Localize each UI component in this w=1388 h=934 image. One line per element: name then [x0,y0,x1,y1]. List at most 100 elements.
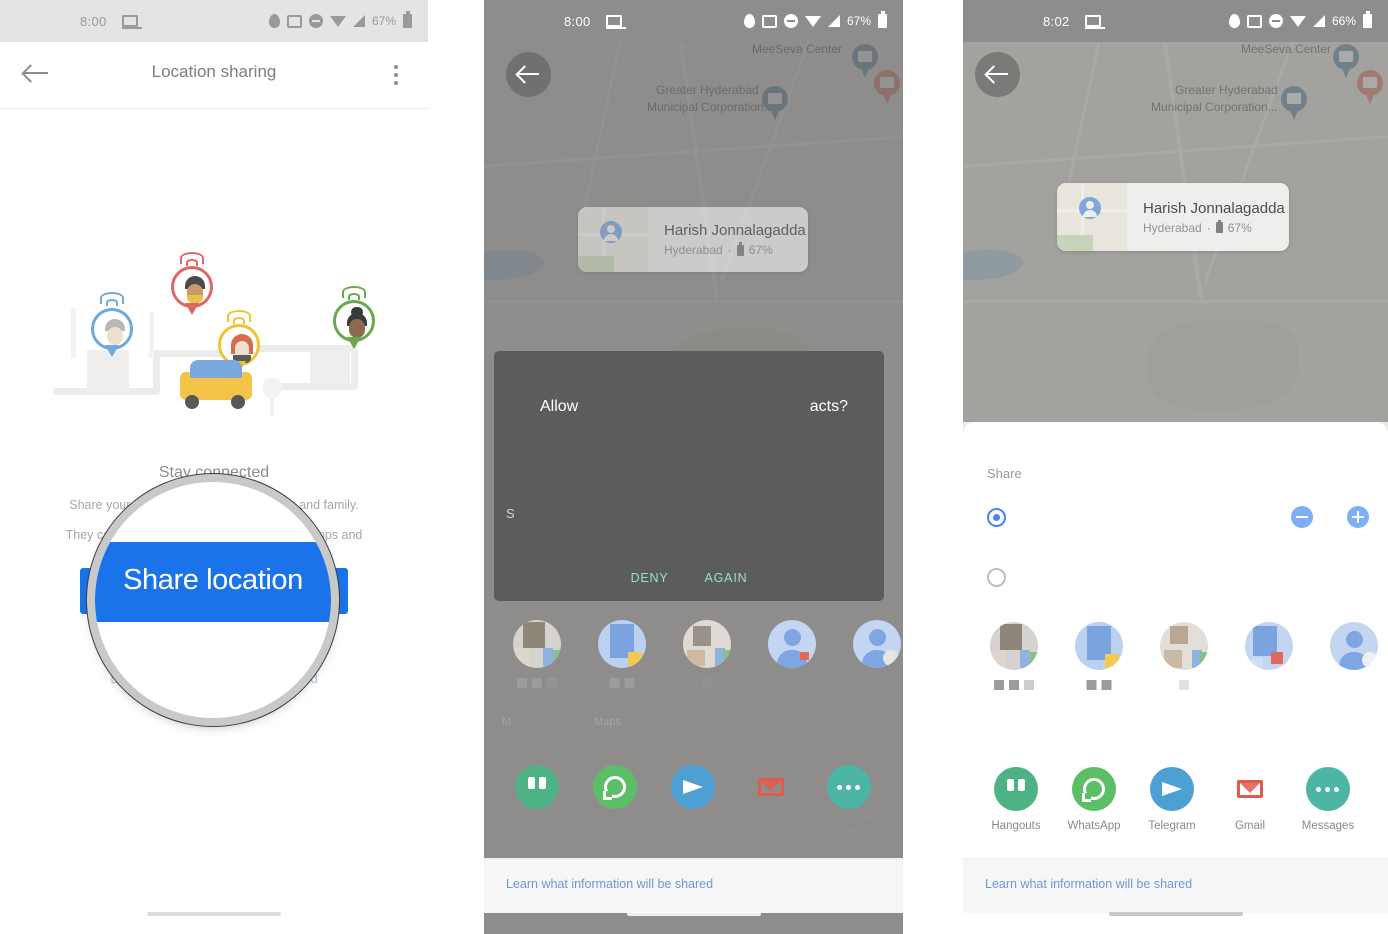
contact-city: Hyderabad [1143,220,1202,235]
learn-bar-2: Learn what information will be shared [484,858,903,913]
share-app-more[interactable]: P [888,765,903,830]
back-fab-button[interactable] [506,52,551,97]
share-app-row-3: Hangouts WhatsApp Telegram Gmail Message… [963,767,1388,832]
learn-info-link[interactable]: Learn what information will be shared [506,877,713,891]
status-time: 8:00 [80,13,107,29]
sheet-label: Share [987,466,1022,481]
avatar-redacted-blocks [1178,680,1189,690]
share-app-whatsapp[interactable]: WhatsApp [1055,767,1133,832]
vibrate-icon [1246,14,1262,28]
share-app-hangouts[interactable]: Hangouts [977,767,1055,832]
phone-panel-1: 8:00 67% Location sharing Stay connected… [0,0,428,934]
share-app-telegram[interactable]: Telegram [654,765,732,830]
more-apps-icon [1384,767,1388,811]
duration-option-1-radio[interactable] [987,508,1006,527]
contact-name: Harish Jonnalagadda [664,222,806,239]
share-app-whatsapp[interactable]: WhatsApp [576,765,654,830]
phone-panel-3: MeeSeva Center Greater Hyderabad Municip… [963,0,1388,934]
app-label: Gmail [755,818,787,830]
system-nav-bar [147,912,281,916]
do-not-disturb-icon [783,14,798,28]
avatar-redacted-blocks [993,680,1034,690]
whatsapp-icon [1072,767,1116,811]
cast-icon [606,15,626,29]
messages-icon [827,765,871,809]
app-label: WhatsApp [588,818,642,830]
contact-card-3[interactable]: Harish Jonnalagadda Hyderabad · 67% [1057,183,1289,251]
share-app-messages[interactable]: Messages [1289,767,1367,832]
app-label: WhatsApp [1067,820,1121,832]
avatar-redacted-blocks [1086,680,1111,690]
dialog-subtext: S [506,506,515,521]
app-label: Telegram [669,818,717,830]
share-app-hangouts[interactable]: Hangouts [498,765,576,830]
share-app-messages[interactable]: Messages [810,765,888,830]
app-label: Messages [1301,820,1355,832]
battery-percent: 67% [846,14,871,28]
battery-icon [878,11,887,28]
app-label: Messages [822,818,876,830]
share-app-row-2: Hangouts WhatsApp Telegram Gmail Message… [484,765,903,830]
status-icons: 67% [743,11,887,29]
dialog-title-left: Allow [540,398,579,415]
do-not-disturb-icon [1268,14,1283,28]
telegram-icon [1150,767,1194,811]
hangouts-icon [994,767,1038,811]
app-label: Hangouts [991,820,1041,832]
page-title: Location sharing [151,62,277,81]
location-pin-icon [743,14,755,29]
minus-button[interactable] [1291,506,1313,528]
meta-separator: · [1206,220,1211,235]
wifi-icon [804,15,821,27]
gmail-icon [749,765,793,809]
share-app-gmail[interactable]: Gmail [732,765,810,830]
location-pin-icon [268,14,280,29]
status-bar-3: 8:02 66% [963,0,1388,42]
contact-label-1: Maps [594,716,621,728]
screenshot-stage: 8:00 67% Location sharing Stay connected… [0,0,1388,934]
plus-button[interactable] [1347,506,1369,528]
wifi-icon [1289,15,1306,27]
learn-bar-3: Learn what information will be shared [963,858,1388,913]
vibrate-icon [286,14,302,28]
app-label: Hangouts [512,818,562,830]
dialog-actions: DENY AGAIN [494,571,884,585]
share-app-more[interactable]: P [1367,767,1388,832]
contact-battery: 67% [1227,220,1252,235]
share-bottom-sheet: Share Hangouts WhatsApp Telegram Gmail M… [963,422,1388,934]
gmail-icon [1228,767,1272,811]
system-nav-bar [626,912,761,916]
more-options-icon[interactable] [394,65,398,89]
status-bar-1: 8:00 67% [0,0,428,42]
learn-info-link[interactable]: Learn what information will be shared [985,877,1192,891]
battery-percent: 66% [1331,14,1356,28]
status-icons: 66% [1228,11,1372,29]
share-app-telegram[interactable]: Telegram [1133,767,1211,832]
vibrate-icon [761,14,777,28]
deny-button[interactable]: DENY [631,571,669,585]
avatar-redacted-blocks [701,678,712,688]
contact-battery: 67% [748,243,773,257]
back-fab-button[interactable] [975,52,1020,97]
cast-icon [122,15,142,29]
app-bar: Location sharing [0,42,428,104]
contact-map-thumbnail [1057,183,1127,251]
share-app-gmail[interactable]: Gmail [1211,767,1289,832]
wifi-icon [329,15,346,27]
status-time: 8:02 [1043,13,1070,29]
contact-map-thumbnail [578,207,648,272]
battery-icon [1215,219,1223,233]
messages-icon [1306,767,1350,811]
app-label: P [888,818,903,830]
duration-option-2-radio[interactable] [987,568,1006,587]
permission-dialog: Allow acts? S DENY AGAIN [494,351,884,601]
contact-card-2[interactable]: Harish Jonnalagadda Hyderabad · 67% [578,207,808,272]
status-bar-2: 8:00 67% [484,0,903,42]
dont-ask-again-button[interactable]: AGAIN [705,571,748,585]
contact-label-0: M [502,716,512,728]
contact-meta: Hyderabad · 67% [664,242,806,257]
app-bar-divider [0,108,428,109]
person-marker-icon [600,221,622,243]
status-time: 8:00 [564,13,591,29]
magnifier-share-location: Share location [95,482,331,718]
